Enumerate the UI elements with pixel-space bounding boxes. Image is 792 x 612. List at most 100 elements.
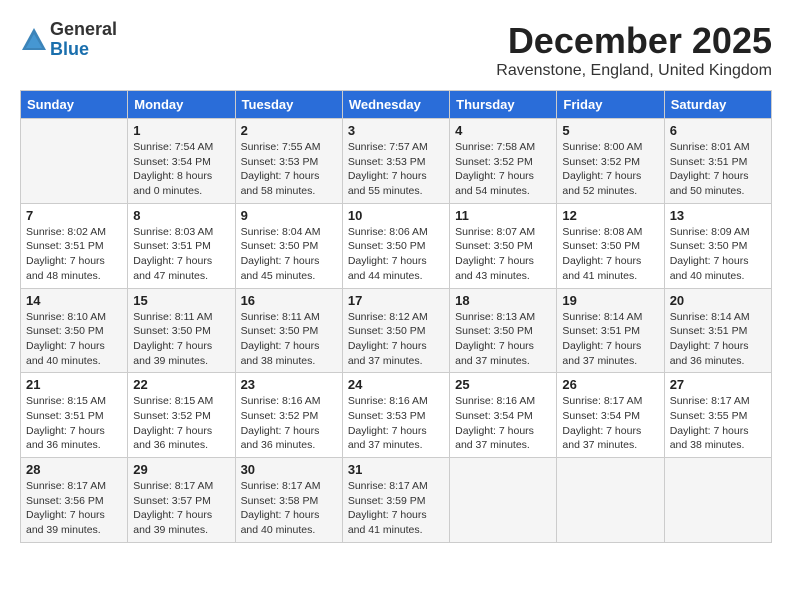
- calendar-cell: 13 Sunrise: 8:09 AM Sunset: 3:50 PM Dayli…: [664, 203, 771, 288]
- day-info: Sunrise: 8:14 AM Sunset: 3:51 PM Dayligh…: [562, 310, 658, 369]
- calendar-cell: 2Sunrise: 7:55 AM Sunset: 3:53 PM Daylig…: [235, 119, 342, 204]
- day-number: 21: [26, 377, 122, 392]
- day-number: 30: [241, 462, 337, 477]
- day-number: 14: [26, 293, 122, 308]
- day-number: 19: [562, 293, 658, 308]
- logo-blue-text: Blue: [50, 40, 117, 60]
- calendar-cell: 30 Sunrise: 8:17 AM Sunset: 3:58 PM Dayli…: [235, 458, 342, 543]
- calendar-cell: 4Sunrise: 7:58 AM Sunset: 3:52 PM Daylig…: [450, 119, 557, 204]
- day-info: Sunrise: 8:03 AM Sunset: 3:51 PM Dayligh…: [133, 225, 229, 284]
- day-info: Sunrise: 8:06 AM Sunset: 3:50 PM Dayligh…: [348, 225, 444, 284]
- day-info: Sunrise: 8:13 AM Sunset: 3:50 PM Dayligh…: [455, 310, 551, 369]
- calendar-cell: 31 Sunrise: 8:17 AM Sunset: 3:59 PM Dayli…: [342, 458, 449, 543]
- day-info: Sunrise: 7:57 AM Sunset: 3:53 PM Dayligh…: [348, 140, 444, 199]
- day-number: 6: [670, 123, 766, 138]
- calendar-header-tuesday: Tuesday: [235, 91, 342, 119]
- calendar-cell: 16 Sunrise: 8:11 AM Sunset: 3:50 PM Dayli…: [235, 288, 342, 373]
- day-info: Sunrise: 8:09 AM Sunset: 3:50 PM Dayligh…: [670, 225, 766, 284]
- calendar-cell: 6 Sunrise: 8:01 AM Sunset: 3:51 PM Daylig…: [664, 119, 771, 204]
- logo-text: General Blue: [50, 20, 117, 60]
- day-number: 15: [133, 293, 229, 308]
- day-info: Sunrise: 8:17 AM Sunset: 3:56 PM Dayligh…: [26, 479, 122, 538]
- calendar-week-row: 21 Sunrise: 8:15 AM Sunset: 3:51 PM Dayli…: [21, 373, 772, 458]
- calendar-cell: 8 Sunrise: 8:03 AM Sunset: 3:51 PM Daylig…: [128, 203, 235, 288]
- day-number: 25: [455, 377, 551, 392]
- calendar-cell: 7 Sunrise: 8:02 AM Sunset: 3:51 PM Daylig…: [21, 203, 128, 288]
- calendar-cell: 23 Sunrise: 8:16 AM Sunset: 3:52 PM Dayli…: [235, 373, 342, 458]
- month-title: December 2025: [496, 20, 772, 62]
- day-number: 20: [670, 293, 766, 308]
- day-number: 24: [348, 377, 444, 392]
- calendar-table: SundayMondayTuesdayWednesdayThursdayFrid…: [20, 90, 772, 543]
- day-info: Sunrise: 8:16 AM Sunset: 3:52 PM Dayligh…: [241, 394, 337, 453]
- day-info: Sunrise: 8:17 AM Sunset: 3:54 PM Dayligh…: [562, 394, 658, 453]
- calendar-week-row: 7 Sunrise: 8:02 AM Sunset: 3:51 PM Daylig…: [21, 203, 772, 288]
- calendar-cell: 19 Sunrise: 8:14 AM Sunset: 3:51 PM Dayli…: [557, 288, 664, 373]
- day-number: 11: [455, 208, 551, 223]
- calendar-cell: 27Sunrise: 8:17 AM Sunset: 3:55 PM Dayli…: [664, 373, 771, 458]
- day-number: 1: [133, 123, 229, 138]
- title-block: December 2025 Ravenstone, England, Unite…: [496, 20, 772, 80]
- day-info: Sunrise: 8:10 AM Sunset: 3:50 PM Dayligh…: [26, 310, 122, 369]
- day-number: 7: [26, 208, 122, 223]
- logo-icon: [20, 26, 48, 54]
- calendar-week-row: 14 Sunrise: 8:10 AM Sunset: 3:50 PM Dayli…: [21, 288, 772, 373]
- calendar-cell: 21 Sunrise: 8:15 AM Sunset: 3:51 PM Dayli…: [21, 373, 128, 458]
- day-number: 31: [348, 462, 444, 477]
- day-info: Sunrise: 8:01 AM Sunset: 3:51 PM Dayligh…: [670, 140, 766, 199]
- day-info: Sunrise: 8:02 AM Sunset: 3:51 PM Dayligh…: [26, 225, 122, 284]
- day-number: 5: [562, 123, 658, 138]
- calendar-header-monday: Monday: [128, 91, 235, 119]
- day-number: 4: [455, 123, 551, 138]
- day-info: Sunrise: 8:15 AM Sunset: 3:51 PM Dayligh…: [26, 394, 122, 453]
- day-info: Sunrise: 8:17 AM Sunset: 3:58 PM Dayligh…: [241, 479, 337, 538]
- day-number: 8: [133, 208, 229, 223]
- calendar-cell: 20 Sunrise: 8:14 AM Sunset: 3:51 PM Dayli…: [664, 288, 771, 373]
- calendar-cell: 25 Sunrise: 8:16 AM Sunset: 3:54 PM Dayli…: [450, 373, 557, 458]
- day-info: Sunrise: 7:55 AM Sunset: 3:53 PM Dayligh…: [241, 140, 337, 199]
- location: Ravenstone, England, United Kingdom: [496, 62, 772, 80]
- day-info: Sunrise: 8:17 AM Sunset: 3:59 PM Dayligh…: [348, 479, 444, 538]
- day-number: 9: [241, 208, 337, 223]
- day-info: Sunrise: 8:11 AM Sunset: 3:50 PM Dayligh…: [241, 310, 337, 369]
- calendar-header-thursday: Thursday: [450, 91, 557, 119]
- calendar-cell: 10 Sunrise: 8:06 AM Sunset: 3:50 PM Dayli…: [342, 203, 449, 288]
- day-number: 23: [241, 377, 337, 392]
- day-info: Sunrise: 8:00 AM Sunset: 3:52 PM Dayligh…: [562, 140, 658, 199]
- day-number: 3: [348, 123, 444, 138]
- calendar-cell: 11Sunrise: 8:07 AM Sunset: 3:50 PM Dayli…: [450, 203, 557, 288]
- calendar-header-row: SundayMondayTuesdayWednesdayThursdayFrid…: [21, 91, 772, 119]
- day-info: Sunrise: 8:15 AM Sunset: 3:52 PM Dayligh…: [133, 394, 229, 453]
- day-number: 13: [670, 208, 766, 223]
- calendar-header-saturday: Saturday: [664, 91, 771, 119]
- calendar-cell: 29Sunrise: 8:17 AM Sunset: 3:57 PM Dayli…: [128, 458, 235, 543]
- day-number: 10: [348, 208, 444, 223]
- calendar-cell: 1 Sunrise: 7:54 AM Sunset: 3:54 PM Daylig…: [128, 119, 235, 204]
- day-info: Sunrise: 8:14 AM Sunset: 3:51 PM Dayligh…: [670, 310, 766, 369]
- calendar-cell: [450, 458, 557, 543]
- day-number: 17: [348, 293, 444, 308]
- calendar-week-row: 28 Sunrise: 8:17 AM Sunset: 3:56 PM Dayli…: [21, 458, 772, 543]
- calendar-cell: 22 Sunrise: 8:15 AM Sunset: 3:52 PM Dayli…: [128, 373, 235, 458]
- day-info: Sunrise: 8:04 AM Sunset: 3:50 PM Dayligh…: [241, 225, 337, 284]
- calendar-header-friday: Friday: [557, 91, 664, 119]
- day-number: 27: [670, 377, 766, 392]
- day-number: 29: [133, 462, 229, 477]
- calendar-header-sunday: Sunday: [21, 91, 128, 119]
- day-info: Sunrise: 8:16 AM Sunset: 3:54 PM Dayligh…: [455, 394, 551, 453]
- page-header: General Blue December 2025 Ravenstone, E…: [20, 20, 772, 80]
- day-number: 16: [241, 293, 337, 308]
- day-number: 28: [26, 462, 122, 477]
- calendar-cell: [664, 458, 771, 543]
- calendar-cell: 24Sunrise: 8:16 AM Sunset: 3:53 PM Dayli…: [342, 373, 449, 458]
- day-info: Sunrise: 7:54 AM Sunset: 3:54 PM Dayligh…: [133, 140, 229, 199]
- calendar-cell: 15 Sunrise: 8:11 AM Sunset: 3:50 PM Dayli…: [128, 288, 235, 373]
- day-info: Sunrise: 8:12 AM Sunset: 3:50 PM Dayligh…: [348, 310, 444, 369]
- calendar-cell: 26Sunrise: 8:17 AM Sunset: 3:54 PM Dayli…: [557, 373, 664, 458]
- calendar-cell: 17 Sunrise: 8:12 AM Sunset: 3:50 PM Dayli…: [342, 288, 449, 373]
- calendar-week-row: 1 Sunrise: 7:54 AM Sunset: 3:54 PM Daylig…: [21, 119, 772, 204]
- day-info: Sunrise: 8:11 AM Sunset: 3:50 PM Dayligh…: [133, 310, 229, 369]
- calendar-cell: 12Sunrise: 8:08 AM Sunset: 3:50 PM Dayli…: [557, 203, 664, 288]
- day-info: Sunrise: 8:08 AM Sunset: 3:50 PM Dayligh…: [562, 225, 658, 284]
- day-number: 22: [133, 377, 229, 392]
